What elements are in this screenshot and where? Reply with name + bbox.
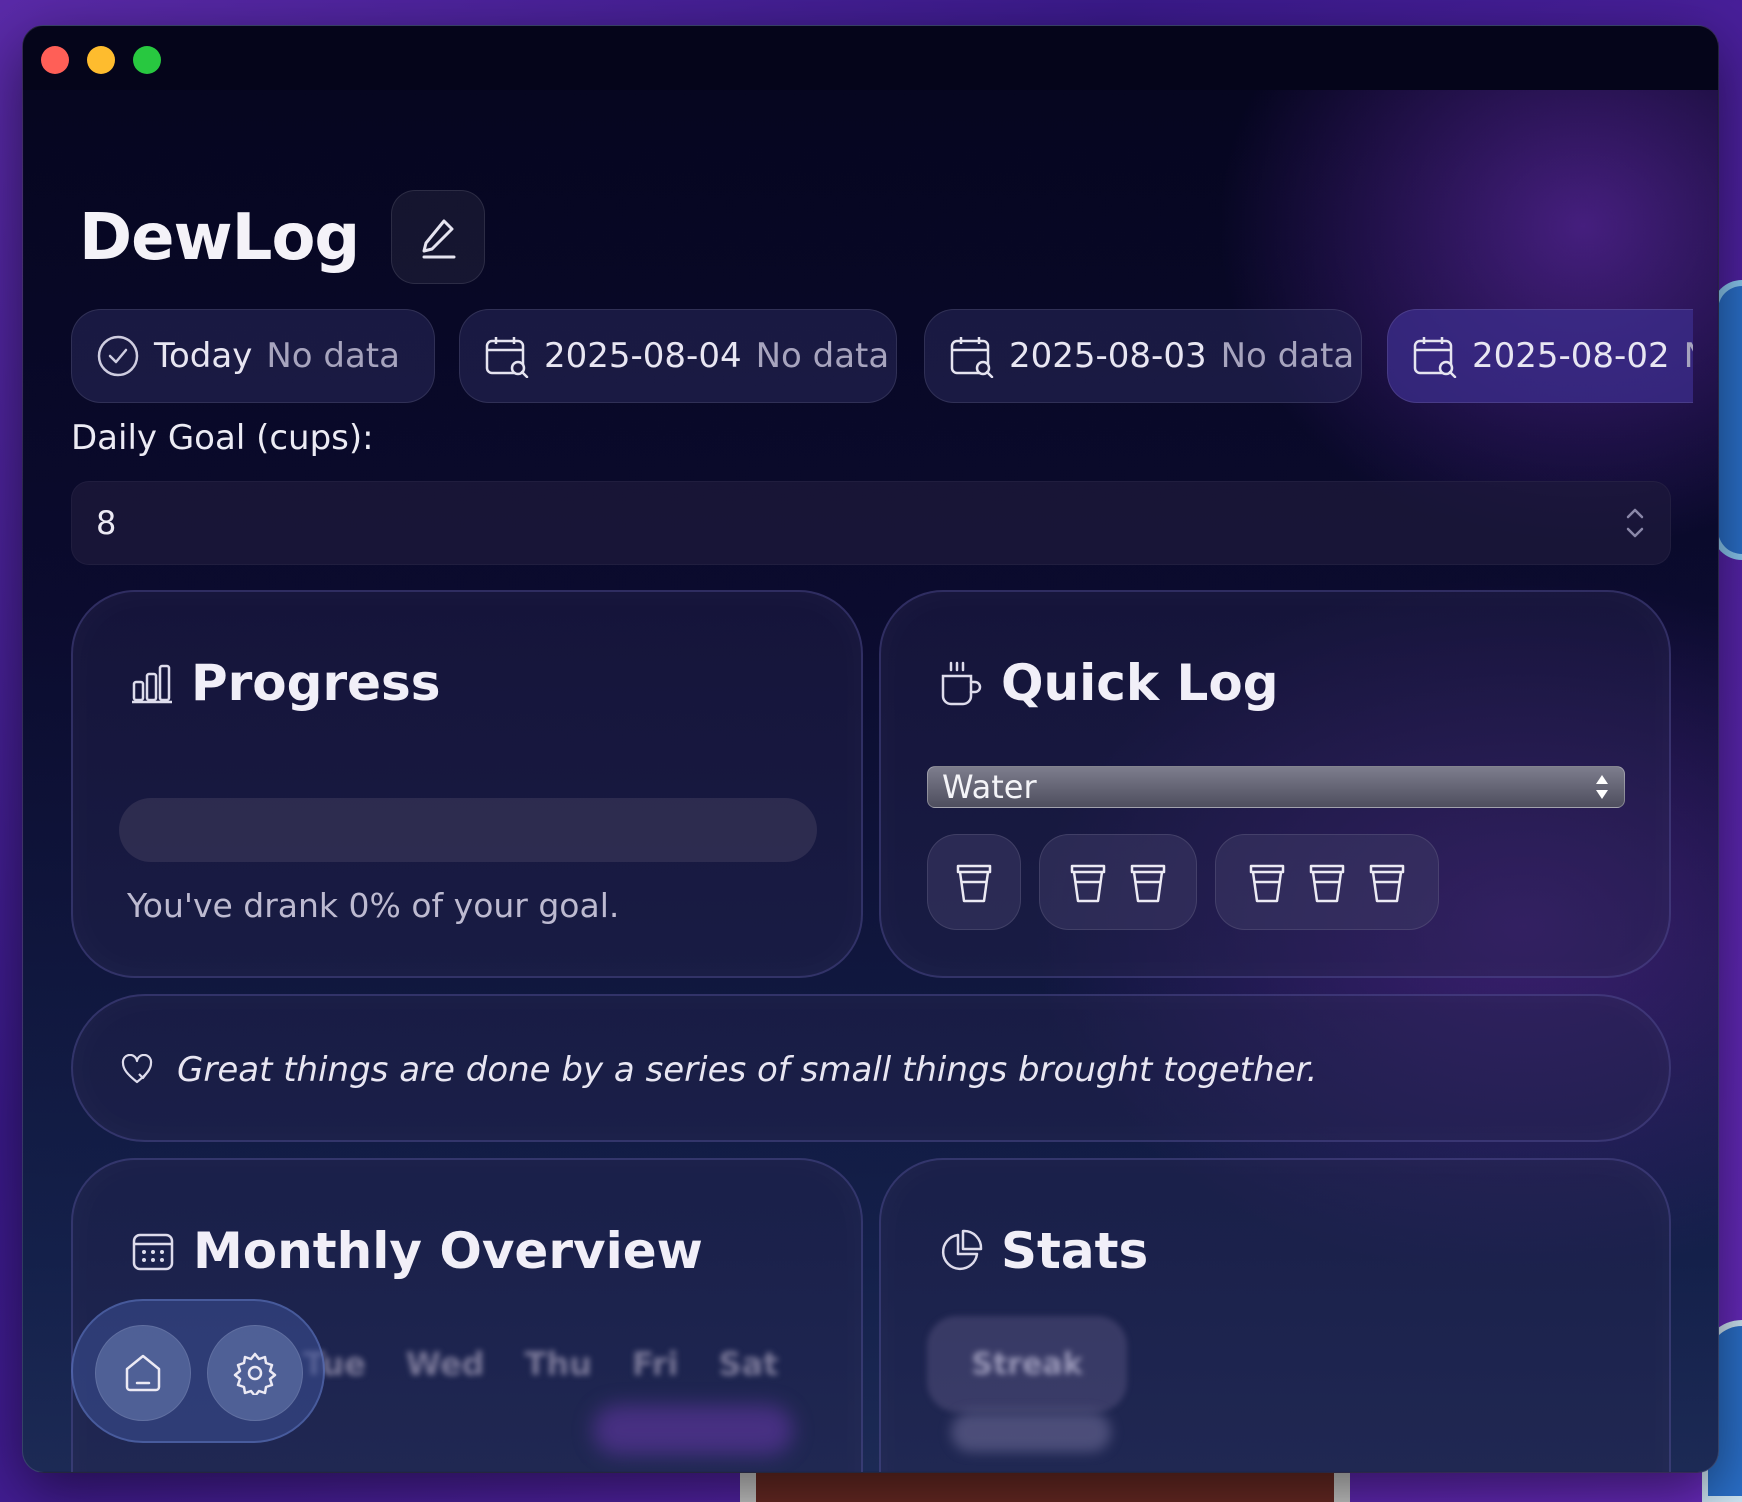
stats-card-header: Stats xyxy=(939,1222,1148,1280)
home-button[interactable] xyxy=(95,1325,191,1421)
day-chip-status: No data xyxy=(1684,336,1693,376)
title-bar xyxy=(23,26,1718,90)
calendar-icon xyxy=(131,1230,175,1272)
weekday-label: Fri xyxy=(631,1345,679,1383)
stepper-arrows-icon[interactable] xyxy=(1624,505,1646,541)
progress-title: Progress xyxy=(191,654,441,712)
log-3-cups-button[interactable] xyxy=(1215,834,1439,930)
quote-card: Great things are done by a series of sma… xyxy=(71,994,1671,1142)
bar-chart-icon xyxy=(131,662,173,704)
quote-text: Great things are done by a series of sma… xyxy=(177,1050,1318,1090)
select-arrows-icon xyxy=(1594,772,1610,802)
home-icon xyxy=(121,1351,165,1395)
daily-goal-label: Daily Goal (cups): xyxy=(71,418,374,458)
stat-pill-value xyxy=(951,1412,1111,1452)
day-chip[interactable]: 2025-08-02 No data xyxy=(1387,309,1693,403)
day-selector: Today No data 2025-08-04 No data 2025-08… xyxy=(71,309,1693,405)
log-2-cups-button[interactable] xyxy=(1039,834,1197,930)
weekday-label: Sat xyxy=(718,1345,779,1383)
day-chip-status: No data xyxy=(266,336,400,376)
stats-title: Stats xyxy=(1001,1222,1149,1280)
calendar-search-icon xyxy=(1412,334,1458,378)
cup-icon xyxy=(1308,860,1346,904)
maximize-window-button[interactable] xyxy=(133,46,161,74)
day-chip-label: 2025-08-04 xyxy=(544,336,742,376)
pencil-icon xyxy=(418,215,458,259)
cup-icon xyxy=(1368,860,1406,904)
daily-goal-stepper[interactable]: 8 xyxy=(71,481,1671,565)
calendar-highlight xyxy=(593,1405,793,1455)
dock-item xyxy=(740,1470,1350,1502)
hot-cup-icon xyxy=(939,660,983,706)
cup-icon xyxy=(1069,860,1107,904)
drink-type-select[interactable]: Water xyxy=(927,766,1625,808)
day-chip-status: No data xyxy=(1220,336,1355,376)
pie-chart-icon xyxy=(939,1229,983,1273)
day-chip-status: No data xyxy=(755,336,890,376)
cup-icon xyxy=(1129,860,1167,904)
progress-bar xyxy=(119,798,817,862)
weekday-label: Wed xyxy=(405,1345,485,1383)
quote-content: Great things are done by a series of sma… xyxy=(121,996,1317,1144)
day-chip-label: 2025-08-02 xyxy=(1472,336,1670,376)
progress-text: You've drank 0% of your goal. xyxy=(127,886,620,925)
quick-log-title: Quick Log xyxy=(1001,654,1279,712)
quick-log-card-header: Quick Log xyxy=(939,654,1279,712)
calendar-search-icon xyxy=(484,334,530,378)
gear-icon xyxy=(233,1351,277,1395)
cup-icon xyxy=(955,860,993,904)
quick-log-card: Quick Log Water xyxy=(879,590,1671,978)
settings-button[interactable] xyxy=(207,1325,303,1421)
day-chip[interactable]: 2025-08-04 No data xyxy=(459,309,897,403)
log-1-cup-button[interactable] xyxy=(927,834,1021,930)
cup-icon xyxy=(1248,860,1286,904)
check-circle-icon xyxy=(96,334,140,378)
app-title: DewLog xyxy=(79,201,360,275)
calendar-search-icon xyxy=(949,334,995,378)
stat-pill-label: Streak xyxy=(971,1346,1083,1382)
floating-nav xyxy=(71,1299,325,1443)
weekday-label: Thu xyxy=(524,1345,592,1383)
monthly-card-header: Monthly Overview xyxy=(131,1222,703,1280)
stat-pill[interactable]: Streak xyxy=(927,1316,1127,1412)
drink-type-value: Water xyxy=(942,768,1037,806)
weekday-header: Tue Wed Thu Fri Sat xyxy=(303,1345,778,1383)
daily-goal-value: 8 xyxy=(96,504,117,542)
minimize-window-button[interactable] xyxy=(87,46,115,74)
app-window: DewLog Today No data 2025-08-04 No data xyxy=(22,25,1719,1473)
heart-icon xyxy=(121,1054,153,1086)
edit-button[interactable] xyxy=(391,190,485,284)
close-window-button[interactable] xyxy=(41,46,69,74)
day-chip[interactable]: 2025-08-03 No data xyxy=(924,309,1362,403)
day-chip-label: Today xyxy=(154,336,253,376)
progress-card: Progress You've drank 0% of your goal. xyxy=(71,590,863,978)
monthly-title: Monthly Overview xyxy=(193,1222,703,1280)
progress-card-header: Progress xyxy=(131,654,441,712)
day-chip-today[interactable]: Today No data xyxy=(71,309,435,403)
stats-card: Stats Streak xyxy=(879,1158,1671,1472)
day-chip-label: 2025-08-03 xyxy=(1009,336,1207,376)
